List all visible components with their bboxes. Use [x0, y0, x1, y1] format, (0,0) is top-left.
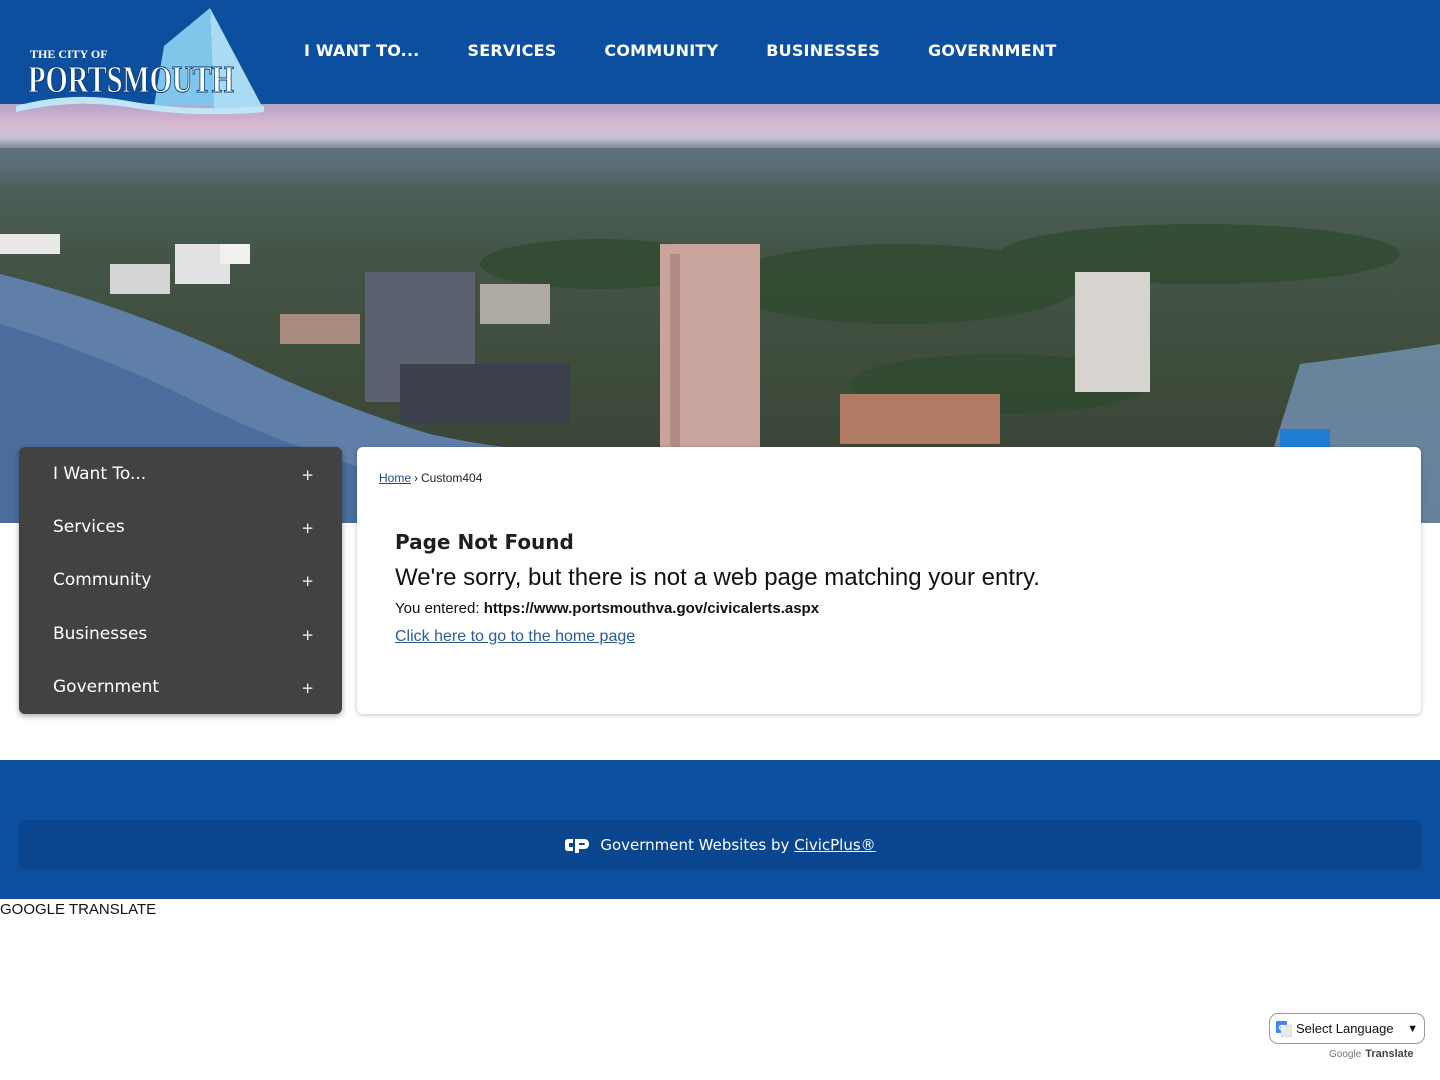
chevron-down-icon: ▼ [1407, 1023, 1418, 1035]
nav-services[interactable]: SERVICES [444, 41, 581, 60]
entered-url: https://www.portsmouthva.gov/civicalerts… [483, 600, 820, 617]
site-footer: Government Websites by CivicPlus® [0, 760, 1440, 899]
sidebar-item-community[interactable]: Community + [19, 554, 342, 607]
breadcrumb-home-link[interactable]: Home [379, 471, 411, 485]
entered-label: You entered: [395, 600, 484, 617]
sidebar-item-label: I Want To... [53, 463, 147, 484]
translate-link[interactable]: Translate [1365, 1048, 1413, 1060]
svg-text:G: G [1279, 1024, 1285, 1032]
powered-by-google-translate: Google Translate [1329, 1048, 1414, 1060]
nav-community[interactable]: COMMUNITY [580, 41, 742, 60]
sidebar-item-businesses[interactable]: Businesses + [19, 607, 342, 660]
breadcrumb-current: Custom404 [421, 471, 483, 485]
sidebar-item-label: Businesses [53, 623, 148, 644]
expand-plus-icon[interactable]: + [301, 573, 314, 591]
google-translate-icon: G [1276, 1020, 1292, 1037]
content-card: Home › Custom404 Page Not Found We're sorr… [357, 447, 1421, 714]
nav-government[interactable]: GOVERNMENT [904, 41, 1080, 60]
page-title: Page Not Found [395, 530, 574, 554]
sidebar-item-label: Government [53, 677, 160, 698]
google-translate-label: GOOGLE TRANSLATE [0, 901, 157, 918]
civicplus-link[interactable]: CivicPlus® [794, 836, 875, 854]
nav-businesses[interactable]: BUSINESSES [742, 41, 904, 60]
expand-plus-icon[interactable]: + [301, 466, 314, 484]
google-wordmark: Google [1329, 1048, 1362, 1060]
language-select-label: Select Language [1296, 1021, 1394, 1036]
entered-url-line: You entered: https://www.portsmouthva.go… [395, 600, 819, 617]
expand-plus-icon[interactable]: + [301, 679, 314, 697]
breadcrumb: Home › Custom404 [379, 471, 482, 485]
civicplus-logo-icon [565, 838, 590, 853]
sidebar-item-i-want-to[interactable]: I Want To... + [19, 447, 342, 500]
expand-plus-icon[interactable]: + [301, 626, 314, 644]
city-logo[interactable]: THE CITY OF PORTSMOUTH [14, 6, 266, 115]
footer-credit-bar: Government Websites by CivicPlus® [19, 820, 1421, 869]
language-select[interactable]: G Select Language ▼ [1269, 1013, 1425, 1044]
nav-i-want-to[interactable]: I WANT TO... [280, 41, 444, 60]
sidebar-item-services[interactable]: Services + [19, 500, 342, 553]
logo-line2: PORTSMOUTH [28, 59, 234, 101]
main-nav: I WANT TO... SERVICES COMMUNITY BUSINESS… [280, 0, 1081, 100]
breadcrumb-separator: › [414, 471, 419, 485]
side-menu: I Want To... + Services + Community + Bu… [19, 447, 342, 714]
sidebar-item-label: Community [53, 570, 152, 591]
footer-credit-text: Government Websites by [600, 835, 790, 854]
expand-plus-icon[interactable]: + [301, 519, 314, 537]
home-page-link[interactable]: Click here to go to the home page [395, 628, 635, 646]
logo-sail-graphic: THE CITY OF PORTSMOUTH [16, 8, 264, 115]
sidebar-item-label: Services [53, 517, 125, 538]
error-message: We're sorry, but there is not a web page… [395, 564, 1040, 591]
sidebar-item-government[interactable]: Government + [19, 661, 342, 714]
